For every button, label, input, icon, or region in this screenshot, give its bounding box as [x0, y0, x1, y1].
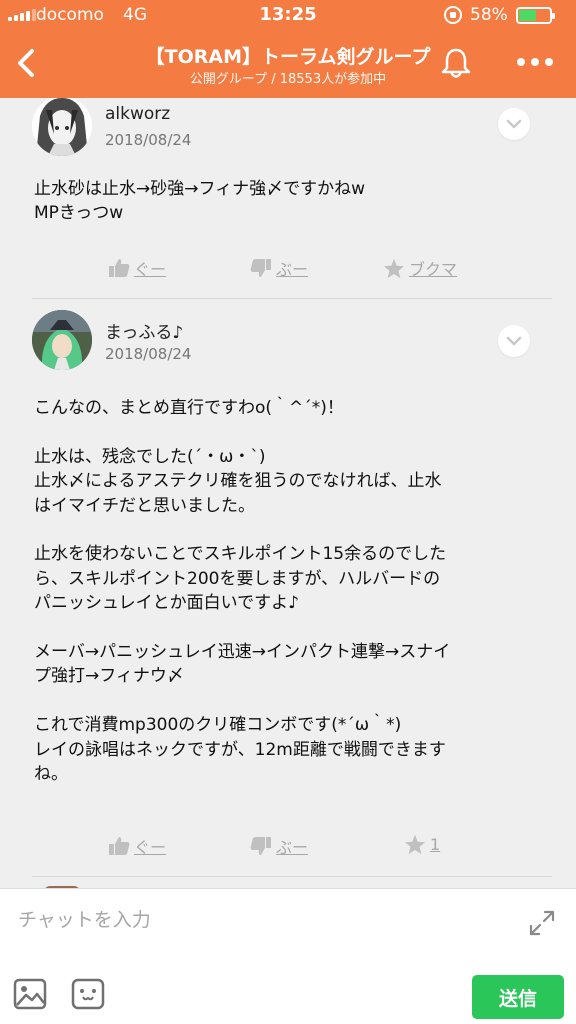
expand-icon[interactable] [528, 909, 556, 937]
composer-bar: 送信 [0, 888, 576, 1024]
status-bar: docomo 4G 13:25 58% [0, 0, 576, 32]
post-divider [32, 298, 552, 299]
post-text-line: こんなの、まとめ直行ですわo(｀^´*)！ [34, 398, 344, 418]
battery-percentage: 58% [470, 5, 508, 25]
post: alkworz 2018/08/24 止水砂は止水→砂強→フィナ強〆ですかねw … [0, 98, 576, 299]
send-button[interactable]: 送信 [472, 975, 564, 1019]
thumbs-up-icon [109, 259, 130, 277]
bookmark-button[interactable]: 1 [404, 834, 440, 855]
thumbs-down-icon [250, 259, 271, 277]
boo-button[interactable]: ぶー [250, 256, 308, 280]
good-button[interactable]: ぐー [108, 256, 166, 280]
battery-fill [519, 10, 536, 21]
post-divider [32, 876, 552, 877]
username: alkworz [105, 104, 171, 124]
post-menu-button[interactable] [498, 325, 530, 357]
boo-label: ぶー [276, 838, 309, 857]
post-text-line: ね。 [34, 764, 68, 784]
bookmark-button[interactable]: ブクマ [383, 256, 457, 280]
post-date: 2018/08/24 [105, 345, 192, 363]
post: まっふる♪ 2018/08/24 こんなの、まとめ直行ですわo(｀^´*)！ 止水… [0, 308, 576, 886]
post-menu-button[interactable] [498, 108, 530, 140]
post-text-line: これで消費mp300のクリ確コンボです(*´ω｀*) [34, 715, 402, 736]
post-text-line: はイマイチだと思いました。 [34, 495, 255, 516]
good-button[interactable]: ぐー [108, 834, 166, 858]
boo-button[interactable]: ぶー [250, 834, 308, 858]
post-text-line: パニッシュレイとか面白いですよ♪ [34, 593, 299, 614]
app-header: docomo 4G 13:25 58% 【TORAM】トーラム剣グループ 公開グ… [0, 0, 576, 98]
back-icon[interactable] [14, 48, 40, 78]
post-date: 2018/08/24 [105, 131, 192, 149]
star-icon [383, 258, 405, 278]
image-icon[interactable] [12, 977, 48, 1011]
post-text-line: 止水は、残念でした(´・ω・`) [34, 446, 266, 467]
post-text-line: レイの詠唱はネックですが、12m距離で戦闘できます [34, 739, 446, 760]
emoji-icon[interactable] [70, 977, 106, 1011]
avatar[interactable] [32, 98, 92, 156]
star-icon [404, 834, 426, 855]
post-text-line: 止水〆によるアステクリ確を狙うのでなければ、止水 [34, 471, 442, 492]
post-text-line: プ強打→フィナウ〆 [34, 666, 184, 687]
bell-icon[interactable] [440, 46, 472, 80]
orientation-lock-icon [444, 6, 462, 24]
post-text-line: MPきっつw [34, 203, 124, 223]
avatar[interactable] [32, 310, 92, 370]
battery-icon [516, 7, 555, 24]
post-text-line: 止水砂は止水→砂強→フィナ強〆ですかねw [34, 179, 366, 199]
username: まっふる♪ [105, 323, 184, 343]
bookmark-label: ブクマ [409, 260, 458, 279]
post-text-line: メーバ→パニッシュレイ迅速→インパクト連撃→スナイ [34, 642, 451, 662]
chevron-down-icon [506, 336, 522, 346]
chat-input[interactable] [18, 903, 498, 937]
chevron-down-icon [506, 119, 522, 129]
bookmark-count: 1 [430, 835, 441, 854]
good-label: ぐー [134, 838, 167, 857]
thumbs-up-icon [109, 837, 130, 855]
message-feed[interactable]: alkworz 2018/08/24 止水砂は止水→砂強→フィナ強〆ですかねw … [0, 98, 576, 888]
good-label: ぐー [134, 260, 167, 279]
boo-label: ぶー [276, 260, 309, 279]
more-icon[interactable] [514, 52, 556, 72]
thumbs-down-icon [250, 837, 271, 855]
post-text-line: ら、スキルポイント200を要しますが、ハルバードの [34, 568, 441, 589]
post-text-line: 止水を使わないことでスキルポイント15余るのでした [34, 544, 447, 565]
